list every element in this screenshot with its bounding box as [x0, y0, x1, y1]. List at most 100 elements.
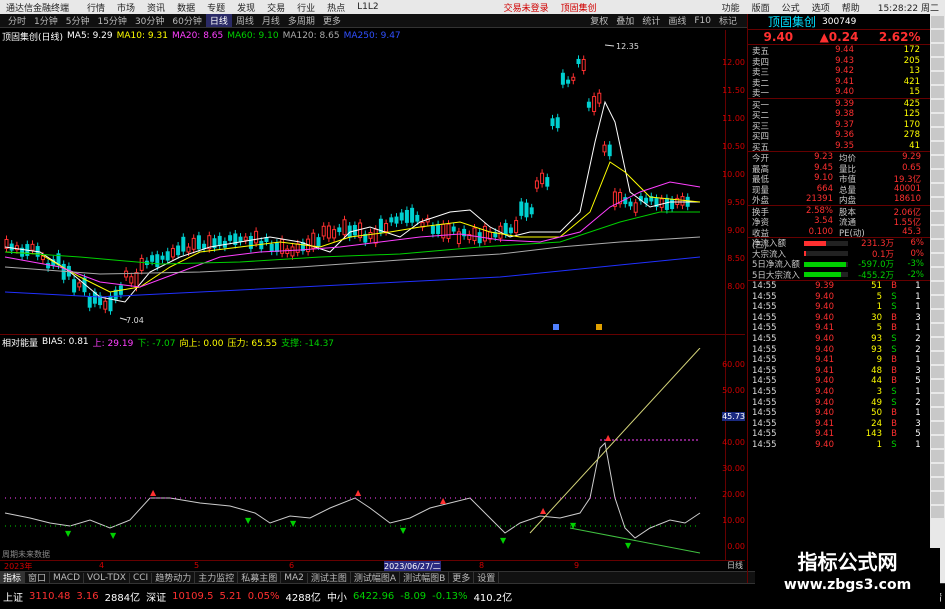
- tick-row[interactable]: 14:55 9.41 5 B 1: [748, 323, 930, 334]
- menu-item[interactable]: 市场: [111, 1, 141, 14]
- menu-item[interactable]: L1L2: [351, 2, 384, 12]
- toolbar-icon[interactable]: [931, 128, 944, 140]
- toolbar-icon[interactable]: [931, 114, 944, 126]
- toolbar-icon[interactable]: [931, 226, 944, 238]
- trade-login-link[interactable]: 交易未登录: [498, 1, 555, 14]
- order-book-row[interactable]: 买四 9.36 278: [748, 130, 930, 142]
- menu-item[interactable]: 行业: [291, 1, 321, 14]
- index-name[interactable]: 深证: [143, 589, 169, 604]
- tick-row[interactable]: 14:55 9.40 1 S 1: [748, 302, 930, 313]
- toolbar-icon[interactable]: [931, 366, 944, 378]
- tool-button[interactable]: 画线: [664, 14, 690, 27]
- candlestick-chart[interactable]: 12.35 7.04: [0, 42, 725, 332]
- period-label[interactable]: 日线: [727, 560, 747, 571]
- toolbar-icon[interactable]: [931, 58, 944, 70]
- period-tab[interactable]: 30分钟: [131, 14, 168, 27]
- tick-row[interactable]: 14:55 9.40 30 B 3: [748, 313, 930, 324]
- menu-item[interactable]: 发现: [231, 1, 261, 14]
- toolbar-icon[interactable]: [931, 184, 944, 196]
- period-tab[interactable]: 分时: [4, 14, 30, 27]
- toolbar-icon[interactable]: [931, 492, 944, 504]
- toolbar-icon[interactable]: [931, 296, 944, 308]
- order-book-row[interactable]: 卖四 9.43 205: [748, 56, 930, 68]
- order-book-row[interactable]: 买三 9.37 170: [748, 120, 930, 132]
- menu-item[interactable]: 帮助: [836, 1, 866, 14]
- tick-row[interactable]: 14:55 9.39 51 B 1: [748, 281, 930, 292]
- period-tab[interactable]: 日线: [205, 14, 232, 27]
- menu-item[interactable]: 版面: [746, 1, 776, 14]
- toolbar-icon[interactable]: [931, 212, 944, 224]
- toolbar-icon[interactable]: [931, 268, 944, 280]
- index-name[interactable]: 上证: [0, 589, 26, 604]
- tool-button[interactable]: 标记: [715, 14, 741, 27]
- tool-button[interactable]: 统计: [638, 14, 664, 27]
- tool-button[interactable]: F10: [690, 16, 715, 26]
- menu-item[interactable]: 交易: [261, 1, 291, 14]
- toolbar-icon[interactable]: [931, 240, 944, 252]
- toolbar-icon[interactable]: [931, 408, 944, 420]
- toolbar-icon[interactable]: [931, 464, 944, 476]
- toolbar-icon[interactable]: [931, 450, 944, 462]
- order-book-row[interactable]: 买二 9.38 125: [748, 109, 930, 121]
- period-tab[interactable]: 更多: [319, 14, 345, 27]
- toolbar-icon[interactable]: [931, 72, 944, 84]
- order-book-row[interactable]: 卖一 9.40 15: [748, 87, 930, 99]
- tool-button[interactable]: 复权: [586, 14, 612, 27]
- tick-row[interactable]: 14:55 9.41 9 B 1: [748, 355, 930, 366]
- index-name[interactable]: 中小: [324, 589, 350, 604]
- menu-item[interactable]: 选项: [806, 1, 836, 14]
- period-tab[interactable]: 1分钟: [30, 14, 62, 27]
- tick-row[interactable]: 14:55 9.41 143 B 5: [748, 429, 930, 440]
- indicator-chart[interactable]: ▼ ▼ ▲ ▼ ▼ ▲ ▼ ▲ ▼ ▲ ▼ ▲ ▼: [0, 348, 725, 558]
- period-tab[interactable]: 月线: [258, 14, 284, 27]
- toolbar-icon[interactable]: [931, 338, 944, 350]
- menu-item[interactable]: 公式: [776, 1, 806, 14]
- indicator-tab[interactable]: MA2: [281, 572, 308, 583]
- toolbar-icon[interactable]: [931, 478, 944, 490]
- tick-row[interactable]: 14:55 9.40 3 S 1: [748, 387, 930, 398]
- menu-item[interactable]: 数据: [171, 1, 201, 14]
- order-book-row[interactable]: 卖五 9.44 172: [748, 45, 930, 57]
- period-tab[interactable]: 周线: [232, 14, 258, 27]
- toolbar-icon[interactable]: [931, 30, 944, 42]
- toolbar-icon[interactable]: [931, 436, 944, 448]
- toolbar-icon[interactable]: [931, 506, 944, 518]
- tick-row[interactable]: 14:55 9.40 50 B 1: [748, 408, 930, 419]
- tool-button[interactable]: 叠加: [612, 14, 638, 27]
- toolbar-icon[interactable]: [931, 156, 944, 168]
- order-book-row[interactable]: 买一 9.39 425: [748, 99, 930, 111]
- order-book-row[interactable]: 卖三 9.42 13: [748, 66, 930, 78]
- toolbar-icon[interactable]: [931, 142, 944, 154]
- toolbar-icon[interactable]: [931, 282, 944, 294]
- period-tab[interactable]: 60分钟: [168, 14, 205, 27]
- tick-row[interactable]: 14:55 9.41 24 B 3: [748, 419, 930, 430]
- toolbar-icon[interactable]: [931, 170, 944, 182]
- toolbar-icon[interactable]: [931, 16, 944, 28]
- menu-item[interactable]: 行情: [81, 1, 111, 14]
- toolbar-icon[interactable]: [931, 352, 944, 364]
- period-tab[interactable]: 5分钟: [62, 14, 94, 27]
- menu-item[interactable]: 热点: [321, 1, 351, 14]
- toolbar-icon[interactable]: [931, 324, 944, 336]
- indicator-tab[interactable]: CCI: [130, 572, 153, 583]
- order-book-row[interactable]: 买五 9.35 41: [748, 141, 930, 153]
- period-tab[interactable]: 15分钟: [93, 14, 130, 27]
- menu-item[interactable]: 专题: [201, 1, 231, 14]
- tick-row[interactable]: 14:55 9.40 44 B 5: [748, 376, 930, 387]
- toolbar-icon[interactable]: [931, 86, 944, 98]
- tick-row[interactable]: 14:55 9.40 93 S 2: [748, 345, 930, 356]
- indicator-tab[interactable]: VOL-TDX: [84, 572, 130, 583]
- tick-row[interactable]: 14:55 9.40 49 S 2: [748, 398, 930, 409]
- tick-row[interactable]: 14:55 9.40 1 S 1: [748, 440, 930, 451]
- toolbar-icon[interactable]: [931, 422, 944, 434]
- toolbar-icon[interactable]: [931, 100, 944, 112]
- toolbar-icon[interactable]: [931, 198, 944, 210]
- toolbar-icon[interactable]: [931, 380, 944, 392]
- tick-row[interactable]: 14:55 9.40 93 S 2: [748, 334, 930, 345]
- period-tab[interactable]: 多周期: [284, 14, 319, 27]
- menu-item[interactable]: 功能: [716, 1, 746, 14]
- order-book-row[interactable]: 卖二 9.41 421: [748, 77, 930, 89]
- toolbar-icon[interactable]: [931, 310, 944, 322]
- toolbar-icon[interactable]: [931, 394, 944, 406]
- tick-row[interactable]: 14:55 9.40 5 S 1: [748, 292, 930, 303]
